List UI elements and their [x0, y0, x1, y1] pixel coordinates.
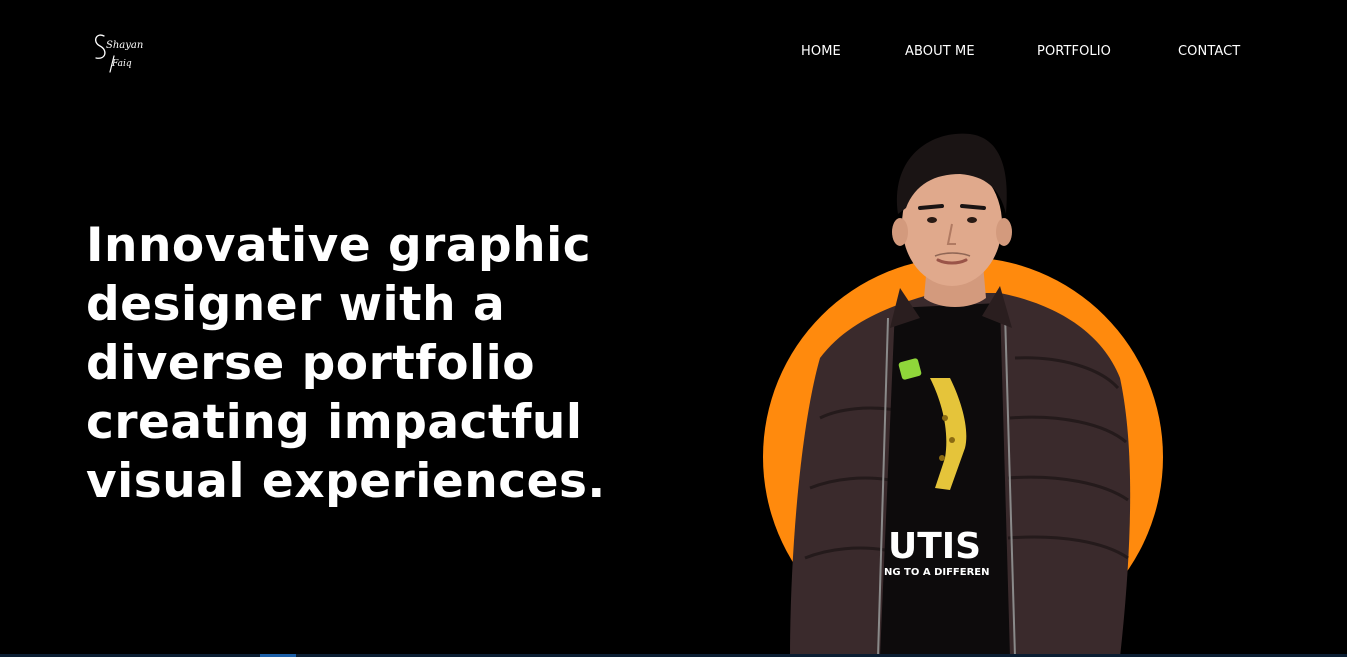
- shirt-text-2: NG TO A DIFFEREN: [884, 567, 990, 578]
- person-portrait-icon: UTIS NG TO A DIFFEREN: [763, 133, 1163, 657]
- nav-portfolio-link[interactable]: PORTFOLIO: [1037, 44, 1111, 59]
- nav-home-link[interactable]: HOME: [801, 44, 841, 59]
- shirt-text-1: UTIS: [888, 526, 981, 567]
- nav-contact-link[interactable]: CONTACT: [1178, 44, 1240, 59]
- hero-headline: Innovative graphic designer with a diver…: [86, 218, 606, 509]
- hero-portrait: UTIS NG TO A DIFFEREN: [760, 128, 1170, 657]
- nav-about-link[interactable]: ABOUT ME: [905, 44, 975, 59]
- main-nav: HOME ABOUT ME PORTFOLIO CONTACT: [0, 44, 1347, 64]
